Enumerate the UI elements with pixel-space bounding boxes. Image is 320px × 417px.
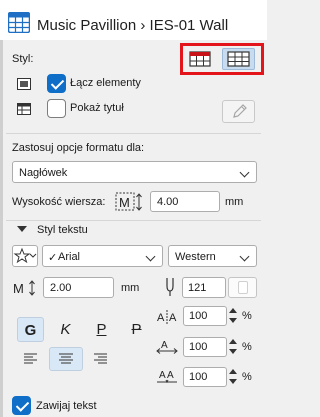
- underline-label: P: [96, 321, 107, 338]
- align-center-button[interactable]: [49, 347, 83, 371]
- merge-cells-icon: [17, 78, 31, 90]
- char-spacing-stepper[interactable]: [229, 337, 239, 357]
- title-bar: Music Pavillion › IES-01 Wall: [0, 0, 267, 40]
- script-select[interactable]: Western: [168, 245, 257, 267]
- divider: [6, 133, 261, 134]
- align-left-button[interactable]: [17, 348, 44, 370]
- divider: [6, 220, 261, 221]
- script-value: Western: [175, 251, 216, 263]
- row-height-label: Wysokość wiersza:: [12, 196, 106, 208]
- char-spacing-input[interactable]: 100: [183, 337, 227, 357]
- schedule-grid-icon: [8, 12, 30, 33]
- svg-text:M: M: [13, 281, 24, 296]
- join-elements-checkbox[interactable]: [47, 74, 66, 93]
- table-grid-icon: [227, 51, 250, 67]
- text-slant-value: 100: [189, 371, 208, 383]
- align-center-icon: [59, 353, 73, 364]
- text-slant-input[interactable]: 100: [183, 367, 227, 387]
- font-size-unit: mm: [121, 282, 140, 294]
- text-slant-stepper[interactable]: [229, 367, 239, 387]
- table-grid-icon: [189, 51, 211, 67]
- favorites-button[interactable]: [12, 245, 38, 267]
- pen-number-input[interactable]: 121: [182, 277, 226, 298]
- table-style-button-1[interactable]: [186, 48, 214, 70]
- char-spacing-value: 100: [189, 341, 208, 353]
- chevron-down-icon: [239, 167, 250, 178]
- chevron-down-icon: [239, 251, 250, 262]
- pen-color-indicator: [238, 281, 248, 294]
- font-check-icon: ✓: [48, 252, 58, 264]
- row-height-input[interactable]: 4.00: [150, 191, 220, 212]
- text-style-collapse-toggle[interactable]: [17, 226, 27, 232]
- show-title-label: Pokaż tytuł: [70, 102, 124, 114]
- edit-title-button[interactable]: [222, 100, 255, 123]
- format-scope-label: Zastosuj opcje formatu dla:: [12, 142, 145, 154]
- font-select[interactable]: ✓ Arial: [42, 245, 163, 267]
- text-slant-icon: A A: [157, 370, 177, 384]
- text-width-stepper[interactable]: [229, 306, 239, 326]
- star-icon: [13, 247, 37, 264]
- style-label: Styl:: [12, 53, 34, 65]
- show-title-checkbox[interactable]: [47, 99, 66, 118]
- font-value: Arial: [58, 251, 81, 263]
- chevron-down-icon: [145, 251, 156, 262]
- underline-button[interactable]: P: [88, 317, 115, 342]
- percent-label: %: [242, 341, 252, 353]
- font-size-value: 2.00: [50, 282, 72, 294]
- wrap-text-checkbox[interactable]: [12, 396, 31, 415]
- align-right-button[interactable]: [87, 348, 114, 370]
- text-width-icon: A A: [157, 310, 177, 324]
- format-scope-value: Nagłówek: [19, 167, 68, 179]
- svg-text:A: A: [161, 340, 168, 351]
- bold-button[interactable]: G: [17, 317, 44, 342]
- svg-text:A: A: [167, 370, 174, 381]
- italic-label: K: [60, 321, 71, 338]
- row-height-unit: mm: [225, 196, 244, 208]
- align-left-icon: [24, 353, 37, 364]
- bold-label: G: [24, 322, 37, 339]
- panel-left-edge: [0, 40, 3, 417]
- pencil-icon: [233, 104, 247, 118]
- table-title-icon: [17, 103, 31, 115]
- strikethrough-label: P: [131, 321, 142, 338]
- join-elements-label: Łącz elementy: [70, 77, 141, 89]
- text-width-input[interactable]: 100: [183, 306, 227, 326]
- window-title: Music Pavillion › IES-01 Wall: [37, 17, 229, 34]
- italic-button[interactable]: K: [52, 317, 79, 342]
- align-right-icon: [94, 353, 107, 364]
- font-size-input[interactable]: 2.00: [43, 277, 114, 298]
- font-size-icon: M: [13, 280, 35, 296]
- percent-label: %: [242, 310, 252, 322]
- svg-text:A: A: [157, 312, 165, 324]
- text-style-header[interactable]: Styl tekstu: [37, 224, 88, 236]
- text-width-value: 100: [189, 310, 208, 322]
- svg-text:A: A: [169, 312, 177, 324]
- wrap-text-label: Zawijaj tekst: [36, 400, 97, 412]
- svg-text:A: A: [159, 370, 166, 381]
- table-style-button-2[interactable]: [222, 48, 255, 70]
- pen-icon: [166, 278, 174, 296]
- svg-text:M: M: [119, 195, 130, 210]
- pen-number-value: 121: [188, 282, 207, 294]
- strikethrough-button[interactable]: P: [123, 317, 150, 342]
- percent-label: %: [242, 371, 252, 383]
- format-scope-select[interactable]: Nagłówek: [12, 161, 257, 183]
- row-height-value: 4.00: [157, 196, 179, 208]
- row-height-icon: M: [115, 192, 142, 211]
- pen-color-swatch[interactable]: [228, 277, 257, 298]
- char-spacing-icon: A: [156, 340, 178, 354]
